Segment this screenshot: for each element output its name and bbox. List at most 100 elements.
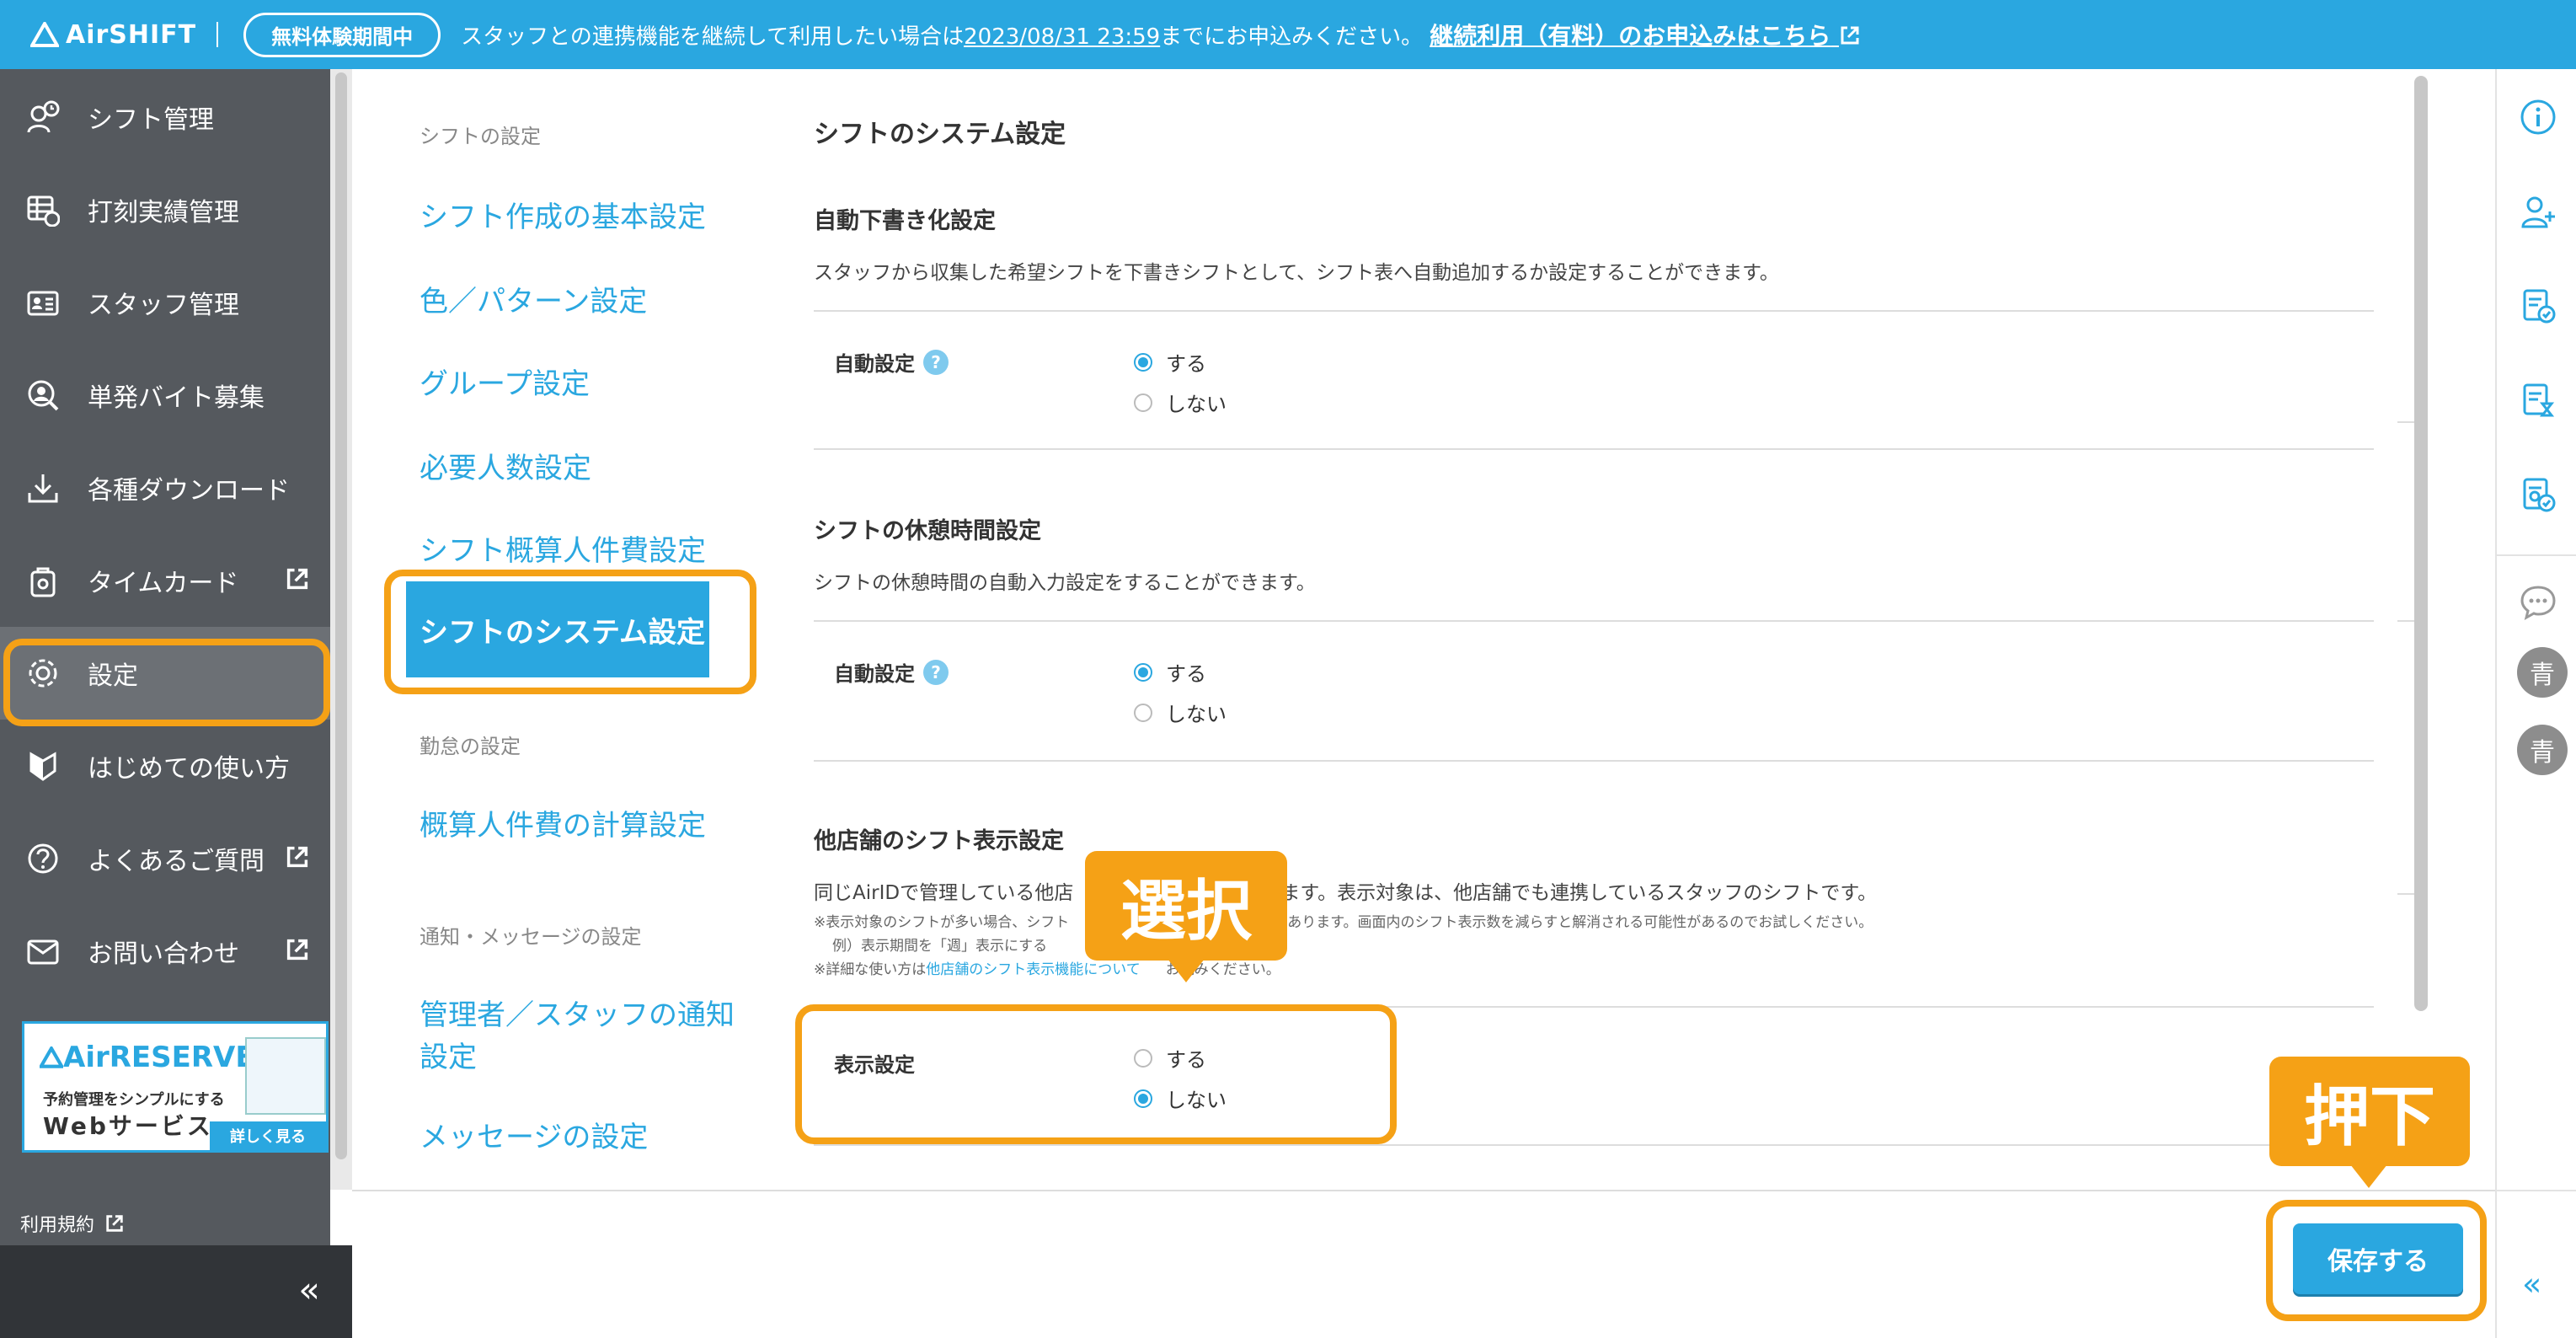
continue-subscription-link-label: 継続利用（有料）のお申込みはこちら	[1430, 22, 1831, 50]
subnav-link-group[interactable]: グループ設定	[420, 361, 590, 402]
document-settings-icon[interactable]	[2519, 475, 2557, 514]
banner-message: スタッフとの連携機能を継続して利用したい場合は2023/08/31 23:59ま…	[461, 19, 1423, 51]
subnav-link-labor-cost[interactable]: シフト概算人件費設定	[420, 527, 706, 569]
section-title-other-store: 他店舗のシフト表示設定	[814, 828, 1064, 854]
radio-auto-draft-on[interactable]: する	[1134, 347, 1206, 377]
avatar[interactable]: 青	[2517, 725, 2568, 775]
staff-card-icon	[24, 283, 62, 322]
external-link-icon	[286, 568, 308, 590]
timecard-icon	[24, 561, 62, 600]
radio-label: する	[1166, 662, 1206, 686]
sidebar-scrollbar-thumb[interactable]	[335, 72, 347, 1159]
radio-break-time-on[interactable]: する	[1134, 657, 1206, 687]
radio-break-time-off[interactable]: しない	[1134, 698, 1227, 727]
callout-press: 押下	[2269, 1057, 2470, 1166]
add-user-icon[interactable]	[2519, 192, 2557, 231]
divider	[814, 1144, 2374, 1146]
continue-subscription-link[interactable]: 継続利用（有料）のお申込みはこちら	[1430, 18, 1861, 51]
section-desc-auto-draft: スタッフから収集した希望シフトを下書きシフトとして、シフト表へ自動追加するか設定…	[814, 262, 1779, 284]
avatar[interactable]: 青	[2517, 647, 2568, 698]
radio-label: しない	[1166, 703, 1227, 726]
airshift-logo[interactable]: AirSHIFT	[30, 20, 196, 50]
sidebar-item-label: よくあるご質問	[88, 847, 265, 876]
terms-link[interactable]: 利用規約	[20, 1210, 125, 1237]
external-link-icon	[286, 939, 308, 961]
airreserve-logo-text: AirRESERVE	[63, 1041, 255, 1074]
save-button[interactable]: 保存する	[2293, 1223, 2463, 1294]
sidebar-scrollbar[interactable]	[330, 69, 352, 1190]
sidebar-item-timecard[interactable]: タイムカード	[0, 534, 330, 627]
sidebar-item-part-time-recruit[interactable]: 単発バイト募集	[0, 349, 330, 442]
note-part: があります。画面内のシフト表示数を減らすと解消される可能性があるのでお試しくださ…	[1273, 914, 1873, 931]
system-settings-highlight-frame	[384, 570, 756, 694]
info-icon[interactable]	[2519, 98, 2557, 136]
sidebar-item-downloads[interactable]: 各種ダウンロード	[0, 442, 330, 534]
desc-part: 同じAirIDで管理している他店	[814, 882, 1074, 904]
terms-label: 利用規約	[20, 1215, 95, 1236]
banner-deadline: 2023/08/31 23:59	[964, 24, 1161, 50]
callout-press-text: 押下	[2303, 1079, 2435, 1155]
chat-icon[interactable]	[2519, 583, 2557, 622]
ad-subtitle: 予約管理をシンプルにする	[43, 1091, 225, 1109]
other-store-help-link[interactable]: 他店舗のシフト表示機能について	[926, 961, 1141, 978]
airreserve-logo: AirRESERVE	[38, 1041, 255, 1074]
subnav-link-shift-basic[interactable]: シフト作成の基本設定	[420, 194, 706, 235]
sidebar-item-label: お問い合わせ	[88, 939, 239, 969]
help-icon[interactable]: ?	[923, 659, 949, 685]
timecard-table-icon	[24, 190, 62, 229]
section-title-auto-draft: 自動下書き化設定	[814, 208, 996, 234]
subnav-group-attendance: 勤怠の設定	[420, 735, 521, 758]
ad-details-label: 詳しく見る	[230, 1128, 306, 1146]
airreserve-ad-banner[interactable]: AirRESERVE 予約管理をシンプルにする Webサービス 詳しく見る	[22, 1021, 329, 1153]
external-link-icon	[106, 1215, 123, 1232]
section-desc-break-time: シフトの休憩時間の自動入力設定をすることができます。	[814, 572, 1316, 594]
sidebar-item-label: シフト管理	[88, 105, 214, 135]
note-part: ※表示対象のシフトが多い場合、シフト	[814, 914, 1070, 931]
radio-auto-draft-off[interactable]: しない	[1134, 388, 1227, 417]
field-label: 自動設定	[834, 352, 915, 376]
document-check-icon[interactable]	[2519, 286, 2557, 325]
banner-text-after: までにお申込みください。	[1160, 24, 1424, 50]
callout-select-text: 選択	[1120, 874, 1252, 950]
external-link-icon	[1841, 26, 1859, 45]
sidebar-item-staff-management[interactable]: スタッフ管理	[0, 256, 330, 349]
radio-unchecked-icon	[1134, 393, 1152, 412]
sidebar-item-label: はじめての使い方	[88, 754, 290, 784]
logo-text: AirSHIFT	[66, 19, 197, 50]
sidebar-item-label: 各種ダウンロード	[88, 476, 290, 506]
sidebar-item-timecard-records[interactable]: 打刻実績管理	[0, 163, 330, 256]
sidebar-item-faq[interactable]: よくあるご質問	[0, 812, 330, 905]
main-scrollbar-thumb[interactable]	[2414, 76, 2428, 1011]
sidebar-item-label: 打刻実績管理	[88, 198, 239, 227]
ad-details-button[interactable]: 詳しく見る	[210, 1121, 326, 1150]
section-note-1: ※表示対象のシフトが多い場合、シフト があります。画面内のシフト表示数を減らすと解…	[814, 910, 1873, 931]
right-rail: 青 青 «	[2495, 69, 2576, 1338]
divider	[814, 310, 2374, 312]
subnav-link-cost-calculation[interactable]: 概算人件費の計算設定	[420, 802, 706, 843]
sidebar-item-contact[interactable]: お問い合わせ	[0, 905, 330, 998]
subnav-link-message-settings[interactable]: メッセージの設定	[420, 1114, 648, 1155]
rail-divider	[2497, 554, 2576, 556]
display-setting-highlight-frame	[795, 1004, 1397, 1144]
callout-press-tail	[2350, 1164, 2387, 1188]
sidebar-item-label: 単発バイト募集	[88, 383, 265, 413]
sidebar-item-label: タイムカード	[88, 569, 239, 598]
help-icon[interactable]: ?	[923, 349, 949, 375]
collapse-rail-icon[interactable]: «	[2522, 1266, 2541, 1303]
radio-label: する	[1166, 352, 1206, 376]
sidebar-item-label: スタッフ管理	[88, 291, 239, 320]
subnav-link-required-staff[interactable]: 必要人数設定	[420, 445, 591, 486]
subnav-group-notifications: 通知・メッセージの設定	[420, 925, 642, 949]
document-hourglass-icon[interactable]	[2519, 381, 2557, 420]
desc-part: ます。表示対象は、他店舗でも連携しているスタッフのシフトです。	[1280, 882, 1878, 904]
banner-text-before: スタッフとの連携機能を継続して利用したい場合は	[461, 24, 965, 50]
subnav-link-notification-settings[interactable]: 管理者／スタッフの通知設定	[420, 994, 740, 1078]
sidebar-item-getting-started[interactable]: はじめての使い方	[0, 720, 330, 812]
field-break-time: 自動設定?	[834, 657, 949, 687]
sidebar-item-shift-management[interactable]: シフト管理	[0, 71, 330, 163]
collapse-sidebar-icon[interactable]: «	[298, 1269, 320, 1310]
sidebar-footer: «	[0, 1245, 354, 1338]
subnav-link-color-pattern[interactable]: 色／パターン設定	[420, 278, 647, 319]
section-title-break-time: シフトの休憩時間設定	[814, 518, 1041, 544]
mail-icon	[24, 932, 62, 971]
